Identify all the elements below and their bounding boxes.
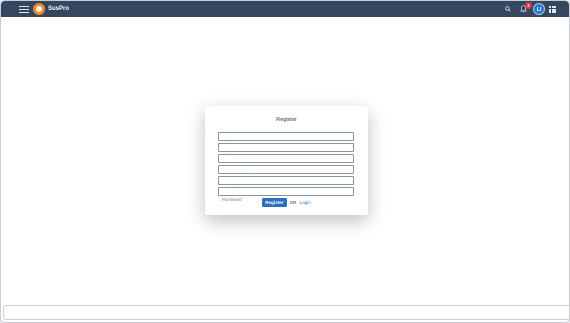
hamburger-menu-icon[interactable] (19, 4, 29, 14)
notification-badge: 2 (525, 2, 532, 9)
client-name-field[interactable] (218, 132, 354, 148)
contact-number-field[interactable] (218, 165, 354, 181)
password-field[interactable] (218, 187, 354, 203)
brand-name[interactable]: SusPro (48, 5, 69, 13)
email-field[interactable] (218, 176, 354, 192)
form-actions: Register OR Login (205, 198, 368, 207)
app-window: SusPro 2 LI Register Client Name Address… (0, 0, 570, 323)
avatar[interactable]: LI (533, 3, 545, 15)
grid-icon[interactable] (549, 6, 556, 13)
register-dialog: Register Register OR Login (205, 106, 368, 215)
search-icon[interactable] (505, 6, 511, 12)
register-button[interactable]: Register (262, 198, 287, 207)
top-bar: SusPro 2 LI (1, 1, 569, 17)
login-link[interactable]: Login (300, 198, 311, 207)
address-field[interactable] (218, 143, 354, 159)
contact-person-field[interactable] (218, 154, 354, 170)
bottom-input-bar[interactable] (3, 305, 569, 320)
brand-logo[interactable] (33, 3, 45, 15)
or-separator: OR (289, 200, 297, 205)
dialog-title: Register (276, 117, 297, 123)
